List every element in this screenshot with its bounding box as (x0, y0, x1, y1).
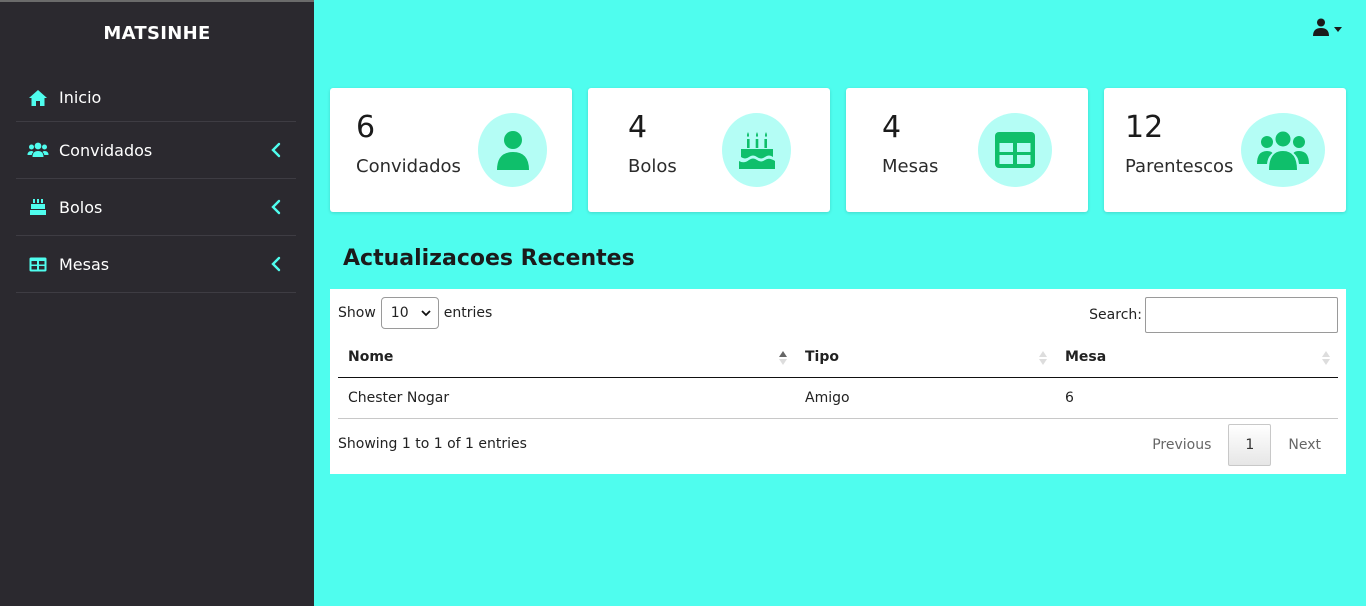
stat-value: 12 (1125, 110, 1164, 145)
chevron-down-icon (421, 305, 431, 321)
sidebar-item-bolos[interactable]: Bolos (16, 179, 296, 236)
sort-icon (1039, 351, 1047, 365)
search-input[interactable] (1145, 297, 1338, 333)
sort-ascending-icon (779, 351, 787, 365)
column-header-tipo[interactable]: Tipo (795, 338, 1055, 378)
column-header-mesa[interactable]: Mesa (1055, 338, 1338, 378)
sidebar-nav: Inicio Convidados Bolos Mesas (0, 74, 314, 293)
chevron-left-icon (268, 199, 284, 215)
user-icon (478, 113, 547, 187)
chevron-left-icon (268, 256, 284, 272)
users-icon (1241, 113, 1325, 187)
table-info: Showing 1 to 1 of 1 entries (338, 436, 527, 452)
search-label: Search: (1089, 307, 1142, 323)
cell-tipo: Amigo (795, 377, 1055, 419)
home-icon (27, 89, 49, 107)
birthday-cake-icon (722, 113, 791, 187)
page-length-control: Show 10 entries (338, 297, 492, 329)
search-control: Search: (1089, 297, 1338, 333)
cell-nome: Chester Nogar (338, 377, 795, 419)
user-menu-toggle[interactable] (1313, 18, 1342, 40)
stat-card-mesas[interactable]: 4 Mesas (846, 88, 1088, 212)
sidebar-item-inicio[interactable]: Inicio (16, 74, 296, 122)
table-row: Chester Nogar Amigo 6 (338, 377, 1338, 419)
entries-label: entries (443, 305, 493, 321)
stat-card-bolos[interactable]: 4 Bolos (588, 88, 830, 212)
chevron-left-icon (268, 142, 284, 158)
brand-title: MATSINHE (103, 22, 211, 44)
stat-label: Parentescos (1125, 156, 1234, 177)
caret-down-icon (1334, 26, 1342, 32)
table-icon (978, 113, 1052, 187)
recent-updates-panel: Show 10 entries Search: Nome Tipo Mesa C… (330, 289, 1346, 474)
sidebar-item-convidados[interactable]: Convidados (16, 122, 296, 179)
sort-icon (1322, 351, 1330, 365)
sidebar-item-mesas[interactable]: Mesas (16, 236, 296, 293)
cake-icon (27, 198, 49, 216)
previous-page-button[interactable]: Previous (1135, 424, 1228, 466)
users-icon (27, 141, 49, 159)
page-1-button[interactable]: 1 (1228, 424, 1272, 466)
stat-label: Mesas (882, 156, 939, 177)
sidebar-item-label: Mesas (59, 254, 110, 274)
stat-card-parentescos[interactable]: 12 Parentescos (1104, 88, 1346, 212)
recent-updates-table: Nome Tipo Mesa Chester Nogar Amigo 6 (338, 338, 1338, 419)
stat-label: Convidados (356, 156, 461, 177)
stat-value: 6 (356, 110, 376, 145)
stat-card-convidados[interactable]: 6 Convidados (330, 88, 572, 212)
stat-value: 4 (628, 110, 648, 145)
sidebar-item-label: Convidados (59, 140, 153, 160)
page-length-value: 10 (390, 305, 409, 321)
show-label: Show (338, 305, 376, 321)
page-length-select[interactable]: 10 (380, 297, 439, 329)
stat-label: Bolos (628, 156, 677, 177)
user-icon (1313, 18, 1329, 40)
next-page-button[interactable]: Next (1271, 424, 1338, 466)
sidebar-item-label: Inicio (59, 88, 102, 107)
table-icon (27, 255, 49, 273)
table-header-row: Nome Tipo Mesa (338, 338, 1338, 378)
pagination: Previous 1 Next (1135, 424, 1338, 466)
stat-value: 4 (882, 110, 902, 145)
sidebar: MATSINHE Inicio Convidados Bolos Mesas (0, 0, 314, 606)
cell-mesa: 6 (1055, 377, 1338, 419)
sidebar-item-label: Bolos (59, 197, 103, 217)
section-title: Actualizacoes Recentes (343, 246, 635, 271)
column-header-nome[interactable]: Nome (338, 338, 795, 378)
